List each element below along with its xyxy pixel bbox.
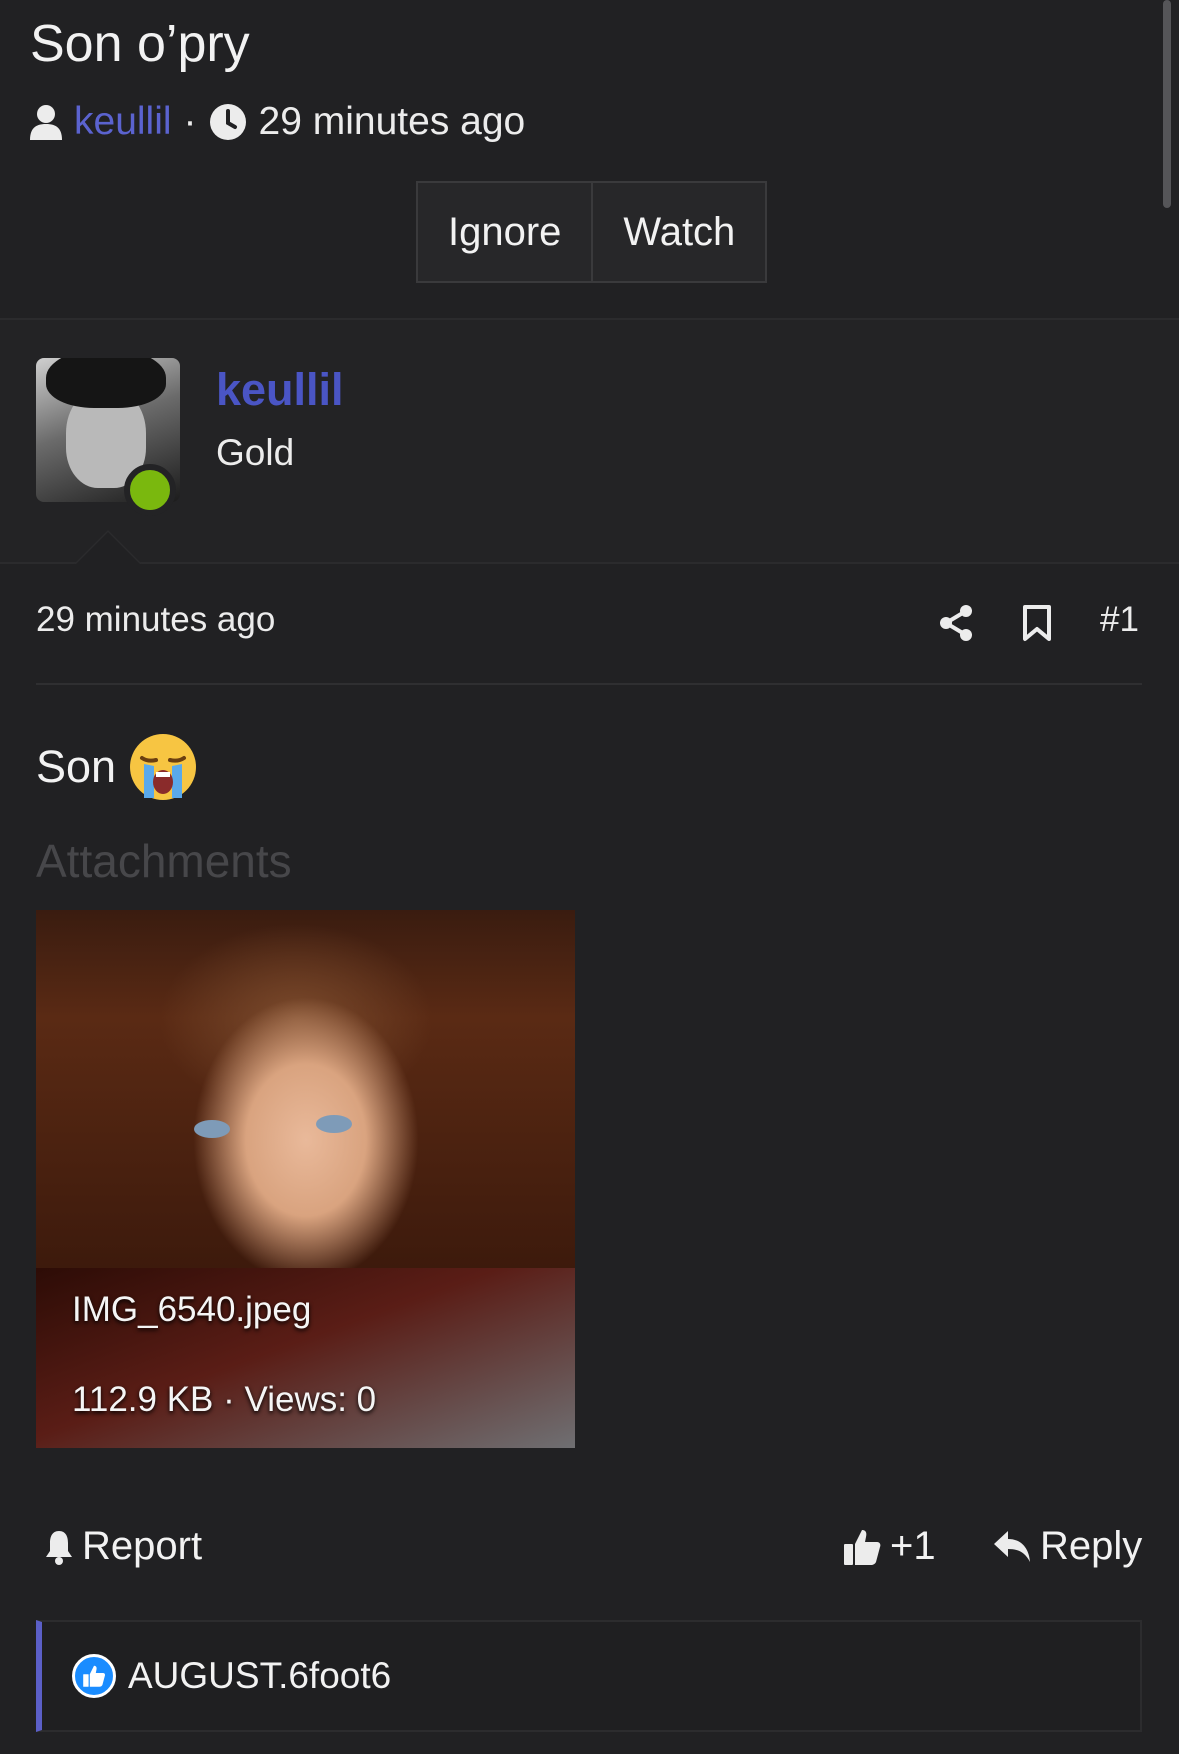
thread-meta: keullil · 29 minutes ago	[30, 100, 525, 144]
thread-time: 29 minutes ago	[258, 100, 526, 143]
thread-author-link[interactable]: keullil	[74, 100, 172, 144]
like-count: +1	[890, 1524, 936, 1568]
author-caret	[74, 530, 142, 564]
share-icon[interactable]	[938, 604, 974, 642]
reply-label: Reply	[1040, 1524, 1143, 1568]
post-body: Son	[36, 732, 198, 802]
post-author-name[interactable]: keullil	[216, 364, 344, 416]
clock-icon	[209, 104, 246, 140]
ignore-button[interactable]: Ignore	[416, 181, 594, 283]
thumbs-up-icon	[844, 1529, 881, 1565]
scrollbar[interactable]	[1163, 0, 1171, 208]
avatar-hair	[46, 358, 166, 408]
like-reaction-icon	[72, 1654, 116, 1698]
reactions-bar[interactable]: AUGUST.6foot6	[36, 1620, 1142, 1732]
attachments-heading: Attachments	[36, 835, 292, 887]
thread-actions: Ignore Watch	[416, 181, 768, 283]
photo-eye-right	[316, 1115, 352, 1133]
like-button[interactable]: +1	[842, 1524, 936, 1569]
post-author-rank: Gold	[216, 432, 295, 473]
report-button[interactable]: Report	[44, 1524, 202, 1569]
post-author: keullil Gold	[0, 320, 1179, 564]
post-number[interactable]: #1	[1100, 600, 1139, 640]
attachment-photo	[36, 910, 575, 1268]
reply-icon	[994, 1530, 1030, 1562]
reaction-user[interactable]: AUGUST.6foot6	[128, 1655, 391, 1697]
post-body-text: Son	[36, 741, 117, 792]
thumbs-up-small-icon	[83, 1665, 106, 1687]
online-status-indicator	[124, 464, 176, 516]
meta-separator: ·	[183, 100, 197, 143]
report-label: Report	[82, 1524, 203, 1568]
bell-icon	[46, 1530, 72, 1565]
bookmark-icon[interactable]	[1022, 604, 1052, 642]
thread-title: Son o’pry	[30, 15, 250, 73]
post-divider	[36, 683, 1142, 685]
attachment-file-name: IMG_6540.jpeg	[72, 1290, 312, 1329]
crying-face-emoji	[130, 734, 197, 800]
reply-button[interactable]: Reply	[992, 1524, 1142, 1569]
user-icon	[30, 105, 62, 140]
thread-header: Son o’pry keullil · 29 minutes ago Ignor…	[0, 0, 1179, 320]
photo-eye-left	[194, 1120, 230, 1138]
watch-button[interactable]: Watch	[591, 181, 768, 283]
attachment-thumbnail[interactable]: IMG_6540.jpeg 112.9 KB · Views: 0	[36, 910, 575, 1448]
post-time[interactable]: 29 minutes ago	[36, 600, 275, 640]
attachment-file-meta: 112.9 KB · Views: 0	[72, 1380, 377, 1419]
post-actions: Report +1 Reply	[0, 1520, 1179, 1576]
